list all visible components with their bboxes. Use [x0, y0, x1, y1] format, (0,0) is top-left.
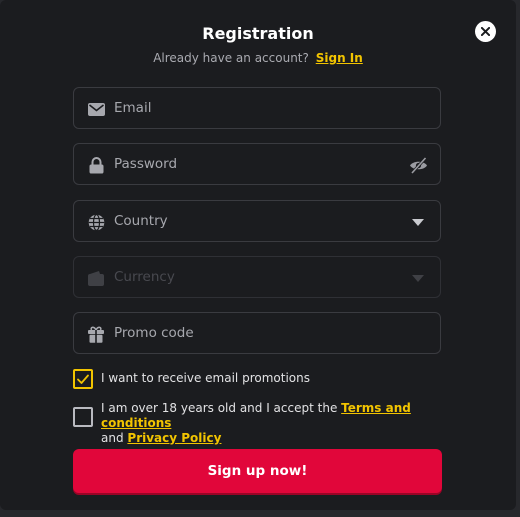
- wallet-icon: [87, 269, 105, 287]
- lock-icon: [87, 156, 105, 174]
- email-input[interactable]: [114, 88, 394, 128]
- country-select[interactable]: [73, 200, 441, 242]
- promo-code-input[interactable]: [114, 313, 394, 353]
- currency-input: [114, 257, 394, 297]
- sign-up-button[interactable]: Sign up now!: [73, 449, 442, 493]
- eye-off-icon[interactable]: [408, 155, 428, 175]
- check-icon: [77, 374, 89, 384]
- envelope-icon: [87, 100, 105, 118]
- country-input[interactable]: [114, 201, 394, 241]
- password-input[interactable]: [114, 144, 394, 184]
- promo-code-field[interactable]: [73, 312, 441, 354]
- terms-checkbox[interactable]: [73, 407, 93, 427]
- terms-text: I am over 18 years old and I accept the: [101, 401, 338, 415]
- password-field[interactable]: [73, 143, 441, 185]
- signin-link[interactable]: Sign In: [316, 51, 363, 65]
- signin-prompt: Already have an account? Sign In: [0, 51, 516, 65]
- chevron-down-icon[interactable]: [408, 212, 428, 232]
- signin-prompt-text: Already have an account?: [153, 51, 309, 65]
- privacy-policy-link[interactable]: Privacy Policy: [127, 431, 221, 445]
- globe-icon: [87, 213, 105, 231]
- email-promotions-label[interactable]: I want to receive email promotions: [101, 371, 310, 386]
- email-field[interactable]: [73, 87, 441, 129]
- modal-title: Registration: [202, 24, 314, 43]
- chevron-down-icon: [408, 268, 428, 288]
- email-promotions-checkbox[interactable]: [73, 369, 93, 389]
- terms-label: I am over 18 years old and I accept the …: [101, 401, 441, 446]
- currency-select: [73, 256, 441, 298]
- registration-modal: Registration Already have an account? Si…: [0, 0, 516, 510]
- and-text: and: [101, 431, 124, 445]
- gift-icon: [87, 325, 105, 343]
